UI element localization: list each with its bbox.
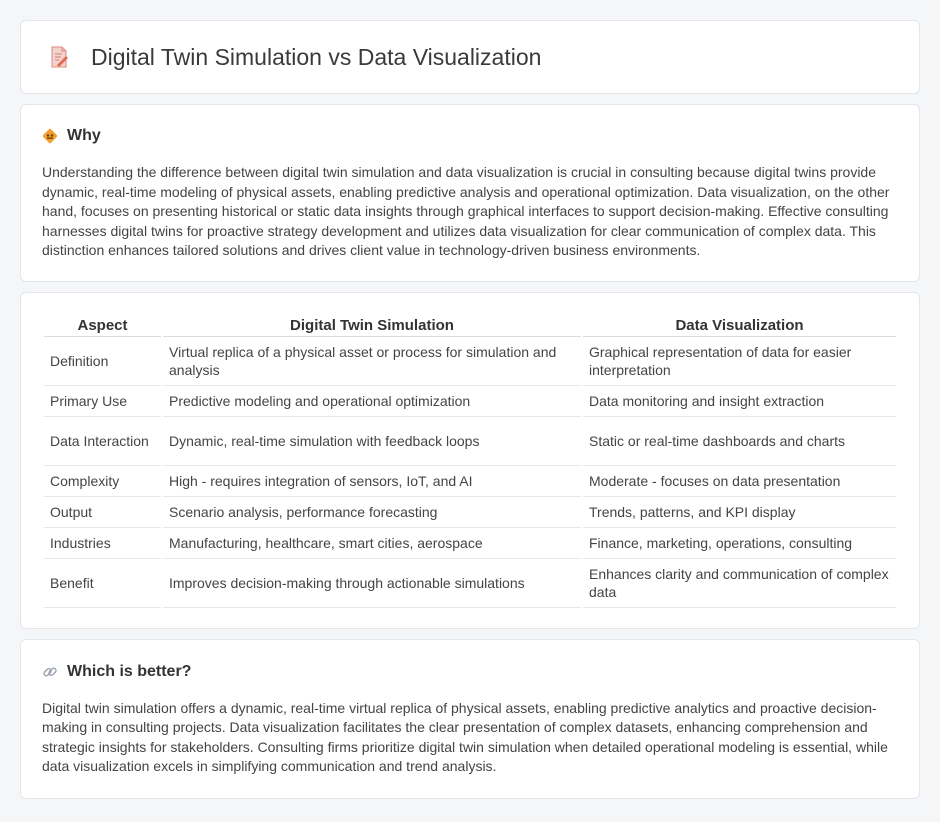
cell-data-visualization: Moderate - focuses on data presentation xyxy=(583,466,896,497)
table-header-row: Aspect Digital Twin Simulation Data Visu… xyxy=(44,313,896,337)
table-row: Complexity High - requires integration o… xyxy=(44,466,896,497)
page-title: Digital Twin Simulation vs Data Visualiz… xyxy=(91,43,542,70)
why-heading: Why xyxy=(67,127,101,144)
cell-aspect: Industries xyxy=(44,528,161,559)
header-aspect: Aspect xyxy=(44,313,161,337)
cell-digital-twin: Dynamic, real-time simulation with feedb… xyxy=(163,417,581,466)
cell-aspect: Primary Use xyxy=(44,386,161,417)
header-data-visualization: Data Visualization xyxy=(583,313,896,337)
better-heading-row: Which is better? xyxy=(42,663,898,681)
link-icon xyxy=(42,664,58,680)
cell-data-visualization: Graphical representation of data for eas… xyxy=(583,337,896,386)
document-pencil-icon xyxy=(47,45,71,69)
cell-aspect: Data Interaction xyxy=(44,417,161,466)
better-heading: Which is better? xyxy=(67,662,192,680)
why-section: Why Understanding the difference between… xyxy=(20,104,920,282)
cell-digital-twin: Scenario analysis, performance forecasti… xyxy=(163,497,581,528)
table-row: Industries Manufacturing, healthcare, sm… xyxy=(44,528,896,559)
cell-digital-twin: Improves decision-making through actiona… xyxy=(163,559,581,608)
header-card: Digital Twin Simulation vs Data Visualiz… xyxy=(20,20,920,94)
table-row: Benefit Improves decision-making through… xyxy=(44,559,896,608)
comparison-table: Aspect Digital Twin Simulation Data Visu… xyxy=(42,313,898,608)
cell-data-visualization: Finance, marketing, operations, consulti… xyxy=(583,528,896,559)
table-row: Primary Use Predictive modeling and oper… xyxy=(44,386,896,417)
cell-data-visualization: Data monitoring and insight extraction xyxy=(583,386,896,417)
table-row: Data Interaction Dynamic, real-time simu… xyxy=(44,417,896,466)
cell-data-visualization: Static or real-time dashboards and chart… xyxy=(583,417,896,466)
cell-digital-twin: Virtual replica of a physical asset or p… xyxy=(163,337,581,386)
table-row: Definition Virtual replica of a physical… xyxy=(44,337,896,386)
why-text: Understanding the difference between dig… xyxy=(42,164,890,258)
table-row: Output Scenario analysis, performance fo… xyxy=(44,497,896,528)
cell-digital-twin: High - requires integration of sensors, … xyxy=(163,466,581,497)
better-text: Digital twin simulation offers a dynamic… xyxy=(42,699,888,775)
comparison-table-card: Aspect Digital Twin Simulation Data Visu… xyxy=(20,291,920,629)
cell-aspect: Benefit xyxy=(44,559,161,608)
cell-aspect: Output xyxy=(44,497,161,528)
cell-digital-twin: Predictive modeling and operational opti… xyxy=(163,386,581,417)
why-heading-row: Why xyxy=(42,127,898,145)
cell-data-visualization: Enhances clarity and communication of co… xyxy=(583,559,896,608)
diamond-sign-icon xyxy=(42,128,58,144)
cell-aspect: Definition xyxy=(44,337,161,386)
header-digital-twin: Digital Twin Simulation xyxy=(163,313,581,337)
which-is-better-section: Which is better? Digital twin simulation… xyxy=(20,638,920,799)
cell-aspect: Complexity xyxy=(44,466,161,497)
cell-digital-twin: Manufacturing, healthcare, smart cities,… xyxy=(163,528,581,559)
cell-data-visualization: Trends, patterns, and KPI display xyxy=(583,497,896,528)
